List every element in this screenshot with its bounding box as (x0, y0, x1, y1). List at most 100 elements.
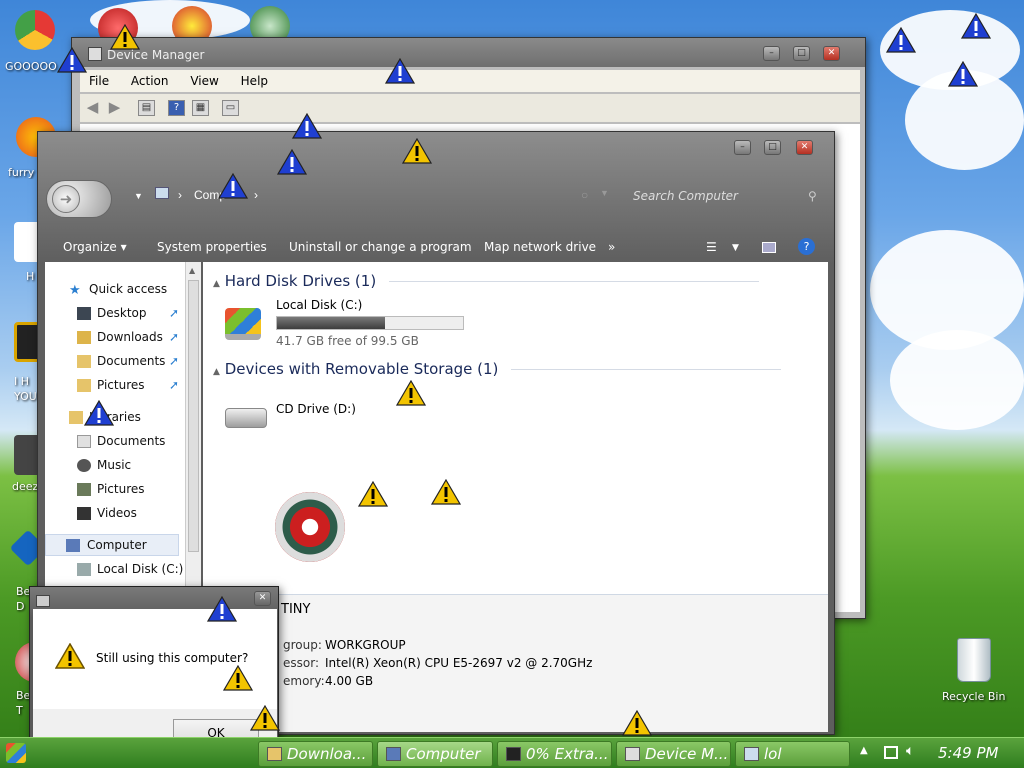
computer-icon (66, 539, 80, 552)
warning-blue-icon (277, 149, 307, 175)
music-icon (77, 459, 91, 472)
group-collapse-icon[interactable]: ▲ (213, 367, 220, 377)
detail-value-workgroup: WORKGROUP (325, 638, 406, 652)
local-disk-free: 41.7 GB free of 99.5 GB (276, 334, 419, 348)
desktop-label-recycle-bin: Recycle Bin (942, 690, 1006, 703)
recycle-bin-icon[interactable] (957, 638, 991, 682)
view-dropdown-icon[interactable]: ▼ (732, 243, 739, 253)
cd-drive-name[interactable]: CD Drive (D:) (276, 402, 356, 416)
pin-icon[interactable]: ➚ (169, 306, 179, 320)
window-icon (744, 747, 759, 761)
explorer-nav-area: – □ ✕ ➜ ▼ › Comp › ○ ▼ Search Computer ⚲… (38, 132, 834, 262)
details-grid-icon[interactable]: ▦ (192, 100, 209, 116)
back-arrow-icon: ➜ (52, 185, 80, 213)
help-icon[interactable]: ? (798, 238, 815, 255)
pin-icon[interactable]: ➚ (169, 354, 179, 368)
downloads-icon (77, 331, 91, 344)
drives-pane[interactable]: ▲ Hard Disk Drives (1) Local Disk (C:) 4… (203, 262, 828, 594)
breadcrumb-chevron[interactable]: › (254, 188, 258, 202)
taskbar-device-manager[interactable]: Device M... (616, 741, 731, 767)
cd-drive-icon[interactable] (225, 408, 267, 428)
warning-yellow-icon (250, 705, 280, 731)
taskbar-computer[interactable]: Computer (377, 741, 493, 767)
preview-pane-icon[interactable] (762, 242, 776, 253)
properties-grid-icon[interactable]: ▤ (138, 100, 155, 116)
warning-blue-icon (948, 61, 978, 87)
group-hard-disk-drives[interactable]: ▲ Hard Disk Drives (1) (213, 272, 759, 290)
warning-blue-icon (57, 47, 87, 73)
monitor-scan-icon[interactable]: ▭ (222, 100, 239, 116)
explorer-minimize-button[interactable]: – (734, 140, 751, 155)
map-network-drive-button[interactable]: Map network drive (484, 240, 596, 254)
videos-icon (77, 507, 91, 520)
back-arrow-icon[interactable]: ◀ (84, 100, 101, 116)
desktop-label-deez: deez (12, 480, 39, 493)
disk-usage-bar (276, 316, 464, 330)
change-view-icon[interactable]: ☰ (706, 240, 717, 254)
explorer-maximize-button[interactable]: □ (764, 140, 781, 155)
back-button[interactable]: ➜ (46, 180, 112, 218)
warning-blue-icon (292, 113, 322, 139)
documents-icon (77, 435, 91, 448)
local-disk-name[interactable]: Local Disk (C:) (276, 298, 362, 312)
device-manager-menubar: File Action View Help (80, 70, 860, 92)
libraries-icon (69, 411, 83, 424)
dialog-close-button[interactable]: ✕ (254, 591, 271, 606)
warning-yellow-icon (431, 479, 461, 505)
chrome-icon[interactable] (15, 10, 55, 50)
taskbar-7zip-extract[interactable]: 0% Extra... (497, 741, 612, 767)
more-commands-button[interactable]: » (608, 240, 615, 254)
disk-usage-fill (277, 317, 385, 329)
speaker-icon[interactable]: 🔈︎ (906, 743, 914, 759)
taskbar-lol[interactable]: lol (735, 741, 850, 767)
device-manager-titlebar[interactable]: Device Manager (72, 38, 865, 67)
group-removable-storage[interactable]: ▲ Devices with Removable Storage (1) (213, 360, 782, 378)
history-dropdown-icon[interactable]: ▼ (134, 191, 143, 201)
search-input[interactable]: Search Computer (623, 182, 823, 210)
help-icon[interactable]: ? (168, 100, 185, 116)
command-bar: Organize ▾ System properties Uninstall o… (38, 234, 834, 260)
start-button[interactable] (6, 743, 26, 763)
dialog-app-icon (36, 595, 50, 607)
device-manager-toolbar: ◀ ▶ ▤ ? ▦ ▭ (80, 94, 860, 122)
pin-icon[interactable]: ➚ (169, 378, 179, 392)
forward-arrow-icon[interactable]: ▶ (106, 100, 123, 116)
warning-blue-icon (84, 400, 114, 426)
details-pane: TINY group: WORKGROUP essor: Intel(R) Xe… (203, 594, 828, 732)
refresh-icon[interactable]: ○ (581, 188, 588, 202)
folder-icon (267, 747, 282, 761)
nav-computer[interactable]: Computer (45, 534, 179, 556)
address-dropdown-icon[interactable]: ▼ (600, 188, 609, 198)
clock[interactable]: 5:49 PM (938, 744, 998, 762)
explorer-close-button[interactable]: ✕ (796, 140, 813, 155)
taskbar-downloads[interactable]: Downloa... (258, 741, 373, 767)
pictures-icon (77, 483, 91, 496)
warning-yellow-icon (223, 665, 253, 691)
uninstall-program-button[interactable]: Uninstall or change a program (289, 240, 472, 254)
organize-menu[interactable]: Organize ▾ (63, 240, 127, 254)
system-properties-button[interactable]: System properties (157, 240, 267, 254)
scroll-thumb[interactable] (188, 280, 199, 552)
tray-overflow-icon[interactable]: ▲ (860, 745, 868, 756)
windows-drive-icon[interactable] (225, 308, 261, 340)
menu-view[interactable]: View (181, 70, 227, 88)
menu-action[interactable]: Action (122, 70, 178, 88)
disk-icon (77, 563, 91, 576)
menu-help[interactable]: Help (232, 70, 277, 88)
group-collapse-icon[interactable]: ▲ (213, 279, 220, 289)
devmgr-close-button[interactable]: ✕ (823, 46, 840, 61)
detail-value-memory: 4.00 GB (325, 674, 374, 688)
detail-label-memory: emory: (283, 674, 325, 688)
devmgr-maximize-button[interactable]: □ (793, 46, 810, 61)
star-icon: ★ (69, 283, 81, 298)
taskbar: Downloa... Computer 0% Extra... Device M… (0, 737, 1024, 768)
pin-icon[interactable]: ➚ (169, 330, 179, 344)
devmgr-minimize-button[interactable]: – (763, 46, 780, 61)
computer-name: TINY (281, 602, 311, 617)
scroll-up-arrow[interactable]: ▲ (189, 266, 195, 275)
network-icon[interactable] (884, 746, 898, 759)
error-stack-icon (275, 492, 345, 562)
warning-yellow-icon (402, 138, 432, 164)
computer-icon (386, 747, 401, 761)
search-icon[interactable]: ⚲ (808, 189, 817, 203)
